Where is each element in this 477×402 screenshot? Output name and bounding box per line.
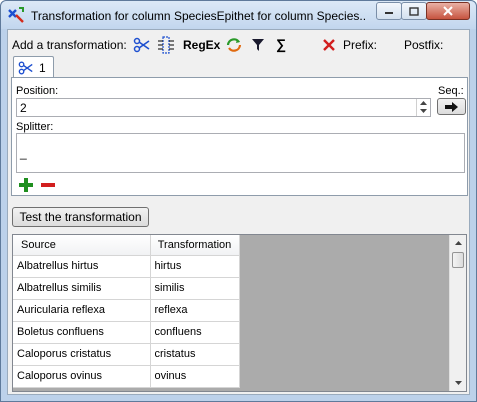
add-transformation-label: Add a transformation: (12, 38, 127, 52)
spin-down-icon[interactable] (417, 107, 430, 115)
position-label: Position: (16, 85, 59, 97)
close-icon (443, 6, 453, 16)
close-button[interactable] (426, 2, 470, 20)
postfix-label: Postfix: (404, 38, 444, 52)
splitter-field[interactable]: _ (16, 133, 465, 173)
cell-source[interactable]: Auricularia reflexa (13, 299, 151, 322)
split-icon[interactable] (132, 35, 152, 55)
replace-icon[interactable] (224, 35, 244, 55)
transformation-toolbar: Add a transformation: RegEx ∑ Prefix: Po… (8, 34, 469, 56)
results-grid[interactable]: Source Transformation Albatrellus hirtus… (12, 234, 467, 392)
transform-app-icon (7, 6, 25, 24)
cell-transformation[interactable]: ovinus (150, 365, 240, 388)
spin-up-icon[interactable] (417, 99, 430, 107)
cell-transformation[interactable]: confluens (150, 321, 240, 344)
column-header-source[interactable]: Source (13, 235, 151, 256)
filter-icon[interactable] (248, 35, 268, 55)
position-stepper[interactable]: 2 (16, 98, 431, 117)
splitter-label: Splitter: (16, 121, 54, 133)
cell-transformation[interactable]: hirtus (150, 255, 240, 278)
cell-source[interactable]: Boletus confluens (13, 321, 151, 344)
position-spin-buttons[interactable] (416, 99, 430, 116)
sequence-label: Seq.: (438, 85, 464, 97)
table-row[interactable]: Caloporus cristatus cristatus (13, 343, 240, 366)
cell-transformation[interactable]: cristatus (150, 343, 240, 366)
minimize-icon (385, 12, 393, 14)
plus-icon (19, 178, 33, 192)
cell-source[interactable]: Caloporus ovinus (13, 365, 151, 388)
tab-label: 1 (39, 61, 46, 75)
table-row[interactable]: Albatrellus hirtus hirtus (13, 255, 240, 278)
column-header-transformation[interactable]: Transformation (150, 235, 240, 256)
table-row[interactable]: Caloporus ovinus ovinus (13, 365, 240, 388)
vertical-scrollbar[interactable] (449, 235, 466, 391)
minimize-button[interactable] (376, 2, 402, 20)
transformation-panel: Position: 2 Seq.: Splitter: _ (11, 77, 468, 196)
delete-icon[interactable] (319, 35, 339, 55)
scrollbar-thumb[interactable] (452, 252, 464, 268)
table-row[interactable]: Albatrellus similis similis (13, 277, 240, 300)
cell-transformation[interactable]: similis (150, 277, 240, 300)
maximize-icon (409, 6, 419, 16)
title-bar[interactable]: Transformation for column SpeciesEpithet… (1, 1, 476, 29)
position-value: 2 (20, 101, 27, 115)
sequence-button[interactable] (437, 98, 466, 115)
add-splitter-button[interactable] (19, 178, 33, 195)
cell-source[interactable]: Caloporus cristatus (13, 343, 151, 366)
cell-source[interactable]: Albatrellus similis (13, 277, 151, 300)
minus-icon (41, 183, 55, 187)
dialog-body: Add a transformation: RegEx ∑ Prefix: Po… (7, 29, 470, 395)
dialog-window: Transformation for column SpeciesEpithet… (0, 0, 477, 402)
sum-icon[interactable]: ∑ (276, 36, 286, 52)
remove-splitter-button[interactable] (41, 178, 55, 195)
insert-column-icon[interactable] (156, 35, 176, 55)
window-title: Transformation for column SpeciesEpithet… (31, 9, 367, 23)
prefix-label: Prefix: (343, 38, 378, 52)
table-row[interactable]: Boletus confluens confluens (13, 321, 240, 344)
cell-source[interactable]: Albatrellus hirtus (13, 255, 151, 278)
regex-button[interactable]: RegEx (183, 38, 220, 52)
scroll-up-icon[interactable] (450, 235, 466, 251)
test-transformation-button[interactable]: Test the transformation (12, 207, 149, 227)
table-row[interactable]: Auricularia reflexa reflexa (13, 299, 240, 322)
maximize-button[interactable] (401, 2, 427, 20)
scroll-down-icon[interactable] (450, 375, 466, 391)
tab-transformation-1[interactable]: 1 (13, 56, 54, 78)
arrow-right-icon (444, 101, 458, 112)
splitter-value: _ (20, 146, 27, 160)
cell-transformation[interactable]: reflexa (150, 299, 240, 322)
